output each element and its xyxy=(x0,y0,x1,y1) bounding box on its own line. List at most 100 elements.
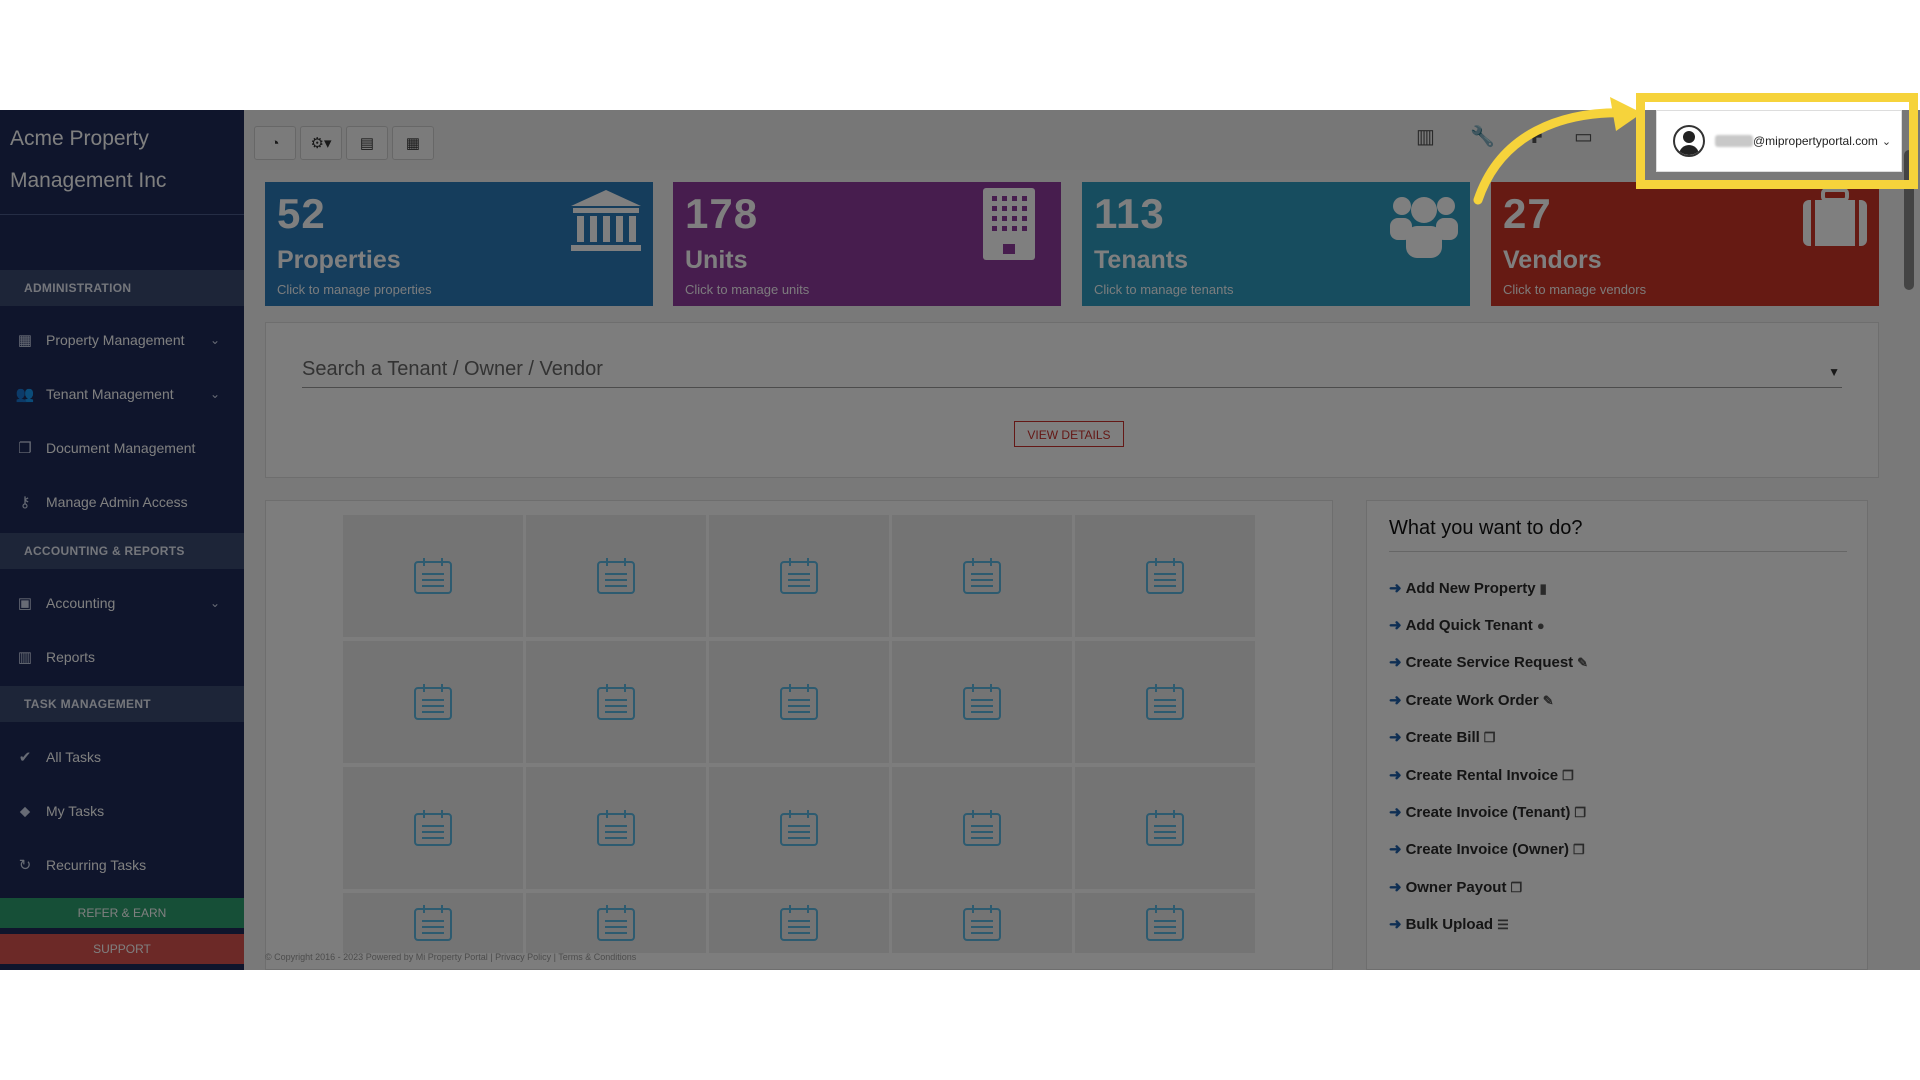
calendar-icon xyxy=(780,810,818,846)
user-icon: ● xyxy=(1536,618,1545,633)
quick-tile[interactable] xyxy=(526,515,706,637)
calendar-button[interactable]: ▤ xyxy=(346,126,388,160)
arrow-right-icon: ➜ xyxy=(1389,580,1402,597)
arrow-right-icon: ➜ xyxy=(1389,841,1402,858)
create-rental-invoice-link[interactable]: ➜ Create Rental Invoice ❐ xyxy=(1389,766,1574,784)
sidebar-item-label: My Tasks xyxy=(46,803,105,819)
search-panel: ▼ VIEW DETAILS xyxy=(265,322,1879,478)
sidebar-item-reports[interactable]: ▥ Reports xyxy=(0,637,244,677)
arrow-right-icon: ➜ xyxy=(1389,879,1402,896)
quick-tile[interactable] xyxy=(709,893,889,953)
bulk-upload-link[interactable]: ➜ Bulk Upload ☰ xyxy=(1389,915,1509,933)
quick-tile[interactable] xyxy=(526,767,706,889)
add-new-property-link[interactable]: ➜ Add New Property ▮ xyxy=(1389,579,1547,597)
quick-tile[interactable] xyxy=(1075,767,1255,889)
quick-tile[interactable] xyxy=(526,641,706,763)
wrench-icon: ✎ xyxy=(1577,655,1589,670)
calendar-icon xyxy=(414,905,452,941)
quick-tile[interactable] xyxy=(1075,515,1255,637)
properties-count: 52 xyxy=(277,190,326,237)
quick-tile[interactable] xyxy=(1075,893,1255,953)
support-button[interactable]: SUPPORT xyxy=(0,934,244,964)
bank-icon xyxy=(569,188,643,259)
calendar-icon xyxy=(597,684,635,720)
section-accounting-reports: ACCOUNTING & REPORTS xyxy=(0,533,244,569)
users-icon: 👥 xyxy=(15,386,35,403)
refresh-icon: ↻ xyxy=(18,857,32,874)
sidebar: Acme Property Management Inc ADMINISTRAT… xyxy=(0,110,244,970)
sidebar-item-accounting[interactable]: ▣ Accounting ⌄ xyxy=(0,583,244,623)
calendar-icon xyxy=(1146,558,1184,594)
create-invoice-tenant-link[interactable]: ➜ Create Invoice (Tenant) ❐ xyxy=(1389,803,1586,821)
apartment-building-icon xyxy=(983,188,1035,265)
sidebar-item-recurring-tasks[interactable]: ↻ Recurring Tasks xyxy=(0,845,244,885)
calendar-icon xyxy=(1146,905,1184,941)
quick-tile[interactable] xyxy=(526,893,706,953)
create-service-request-link[interactable]: ➜ Create Service Request ✎ xyxy=(1389,653,1588,671)
quick-tiles-panel xyxy=(265,500,1333,970)
sidebar-item-label: Tenant Management xyxy=(46,386,174,402)
user-menu-button[interactable]: @mipropertyportal.com ⌄ xyxy=(1656,110,1902,172)
sidebar-item-tenant-management[interactable]: 👥 Tenant Management ⌄ xyxy=(0,374,244,414)
quick-actions-title: What you want to do? xyxy=(1389,517,1583,539)
quick-tile[interactable] xyxy=(1075,641,1255,763)
calendar-icon xyxy=(963,558,1001,594)
card-tenants[interactable]: 113 Tenants Click to manage tenants xyxy=(1082,182,1470,306)
copy-icon: ❐ xyxy=(1510,880,1523,895)
calendar-icon xyxy=(963,810,1001,846)
sidebar-item-label: Manage Admin Access xyxy=(46,494,188,510)
sidebar-item-all-tasks[interactable]: ✔ All Tasks xyxy=(0,737,244,777)
caret-down-icon[interactable]: ▼ xyxy=(1828,365,1840,379)
sidebar-item-document-management[interactable]: ❐ Document Management xyxy=(0,428,244,468)
quick-tile[interactable] xyxy=(892,893,1072,953)
card-units[interactable]: 178 Units Click to manage units xyxy=(673,182,1061,306)
create-work-order-link[interactable]: ➜ Create Work Order ✎ xyxy=(1389,691,1554,709)
add-quick-tenant-link[interactable]: ➜ Add Quick Tenant ● xyxy=(1389,616,1545,634)
create-invoice-owner-link[interactable]: ➜ Create Invoice (Owner) ❐ xyxy=(1389,840,1585,858)
sidebar-item-my-tasks[interactable]: ⬥ My Tasks xyxy=(0,791,244,831)
quick-tile[interactable] xyxy=(892,515,1072,637)
search-input[interactable] xyxy=(302,351,1842,388)
quick-tile[interactable] xyxy=(343,641,523,763)
quick-tile[interactable] xyxy=(709,515,889,637)
properties-subtitle: Click to manage properties xyxy=(277,282,432,297)
refer-earn-button[interactable]: REFER & EARN xyxy=(0,898,244,928)
create-bill-link[interactable]: ➜ Create Bill ❐ xyxy=(1389,728,1495,746)
sidebar-item-property-management[interactable]: ▦ Property Management ⌄ xyxy=(0,320,244,360)
calendar-icon: ▤ xyxy=(359,135,375,152)
calendar-icon xyxy=(780,684,818,720)
quick-tile[interactable] xyxy=(892,641,1072,763)
documents-icon: ❐ xyxy=(18,440,32,457)
tenants-count: 113 xyxy=(1094,190,1165,237)
quick-tile[interactable] xyxy=(343,515,523,637)
quick-tile[interactable] xyxy=(709,767,889,889)
quick-tile[interactable] xyxy=(892,767,1072,889)
bar-chart-icon: ▥ xyxy=(17,649,33,666)
calendar-icon xyxy=(1146,810,1184,846)
sidebar-item-label: All Tasks xyxy=(46,749,101,765)
units-title: Units xyxy=(685,246,748,274)
section-task-management: TASK MANAGEMENT xyxy=(0,686,244,722)
view-details-button[interactable]: VIEW DETAILS xyxy=(1014,421,1124,447)
link-label: Owner Payout xyxy=(1405,879,1507,896)
quick-tile[interactable] xyxy=(709,641,889,763)
brand-name: Acme Property Management Inc xyxy=(0,110,244,215)
calendar-icon xyxy=(1146,684,1184,720)
calculator-button[interactable]: ▦ xyxy=(392,126,434,160)
quick-actions-panel: What you want to do? ➜ Add New Property ▮ … xyxy=(1366,500,1868,970)
card-properties[interactable]: 52 Properties Click to manage properties xyxy=(265,182,653,306)
sidebar-item-manage-admin-access[interactable]: ⚷ Manage Admin Access xyxy=(0,482,244,522)
units-subtitle: Click to manage units xyxy=(685,282,810,297)
quick-tile[interactable] xyxy=(343,893,523,953)
quick-tile[interactable] xyxy=(343,767,523,889)
group-icon xyxy=(1388,188,1460,265)
arrow-right-icon: ➜ xyxy=(1389,767,1402,784)
settings-dropdown-button[interactable]: ⚙▾ xyxy=(300,126,342,160)
owner-payout-link[interactable]: ➜ Owner Payout ❐ xyxy=(1389,878,1522,896)
tag-icon: ⬥ xyxy=(19,802,31,820)
dashboard-button[interactable]: ◔ xyxy=(254,126,296,160)
bar-chart-icon[interactable]: ▥ xyxy=(1416,124,1435,149)
calendar-icon xyxy=(414,684,452,720)
sidebar-item-label: Document Management xyxy=(46,440,196,456)
link-label: Create Service Request xyxy=(1405,654,1574,671)
